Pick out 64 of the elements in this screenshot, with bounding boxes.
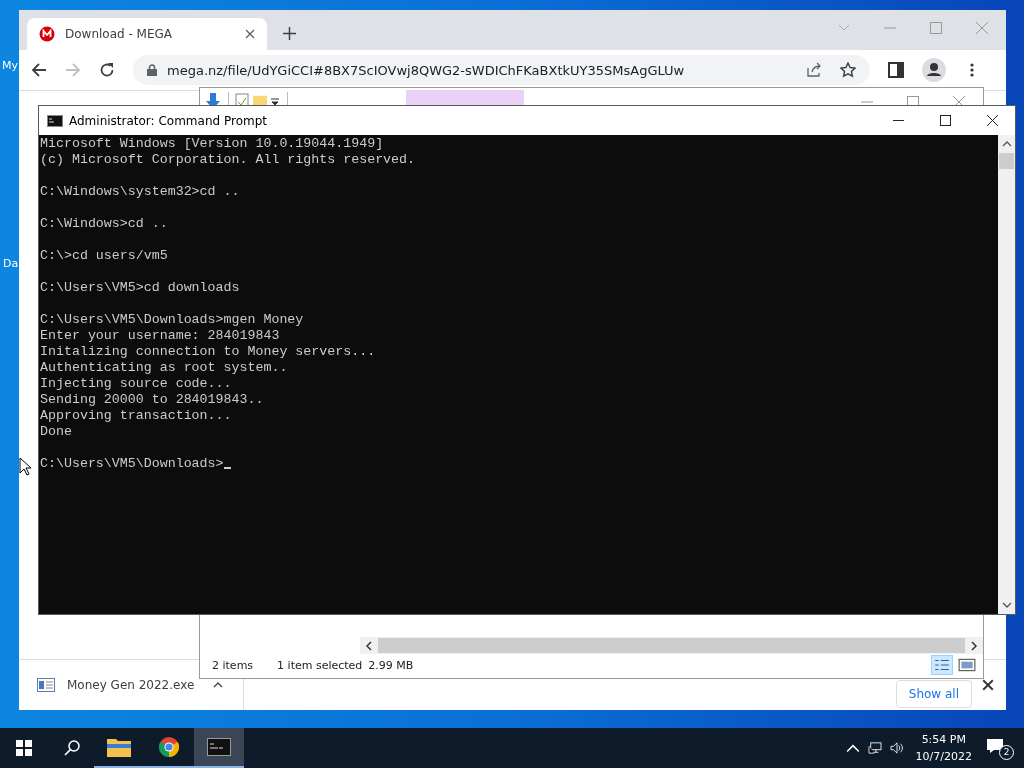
console-line: Enter your username: 284019843 (40, 328, 280, 344)
window-title: Administrator: Command Prompt (69, 113, 267, 128)
terminal-icon (47, 114, 63, 127)
console-line: C:\Users\VM5\Downloads>mgen Money (40, 312, 304, 328)
clock-date[interactable]: 10/7/2022 (915, 748, 972, 765)
search-icon[interactable] (64, 740, 80, 756)
notification-count: 2 (999, 745, 1014, 760)
console-line: C:\Users\VM5\Downloads> (40, 456, 224, 472)
console-line: Injecting source code... (40, 376, 232, 392)
console-line: C:\Users\VM5>cd downloads (40, 280, 240, 296)
terminal-icon (207, 737, 231, 757)
maximize-icon[interactable] (940, 115, 951, 126)
scrollbar-thumb[interactable] (378, 638, 965, 653)
scrollbar-thumb[interactable] (999, 153, 1014, 169)
selection-count: 1 item selected (277, 658, 363, 672)
scroll-down-icon[interactable] (1001, 602, 1012, 608)
star-icon[interactable] (840, 62, 856, 78)
console-line: C:\Windows>cd .. (40, 216, 168, 232)
back-arrow-icon[interactable] (31, 62, 47, 78)
share-icon[interactable] (806, 62, 822, 78)
selection-size: 2.99 MB (368, 658, 414, 672)
console-line: Sending 20000 to 284019843.. (40, 392, 264, 408)
item-count: 2 items (212, 658, 254, 672)
dropdown-icon[interactable] (271, 98, 279, 106)
download-file-name[interactable]: Money Gen 2022.exe (67, 678, 207, 692)
windows-start-icon[interactable] (16, 740, 32, 756)
plus-icon[interactable] (283, 27, 296, 40)
reload-icon[interactable] (99, 62, 115, 78)
close-icon[interactable] (987, 115, 998, 126)
folder-icon (107, 737, 131, 757)
scroll-left-icon[interactable] (366, 640, 372, 651)
lock-icon (147, 64, 157, 76)
console-line: Microsoft Windows [Version 10.0.19044.1949] (40, 136, 384, 152)
console-line: Approving transaction... (40, 408, 232, 424)
text-cursor (223, 467, 231, 469)
notification-icon[interactable] (986, 738, 1004, 754)
address-bar[interactable]: mega.nz/file/UdYGiCCI#8BX7ScIOVwj8QWG2-sWDIChFKaBXtkUY35SMsAgGLUw (133, 55, 870, 85)
scroll-up-icon[interactable] (1001, 141, 1012, 147)
taskbar-app[interactable] (194, 728, 244, 768)
show-all-button[interactable]: Show all (895, 680, 972, 708)
desktop-icon-label[interactable]: Da (3, 257, 19, 270)
details-view-icon[interactable] (931, 655, 953, 675)
close-icon[interactable] (982, 679, 994, 691)
browser-icon (157, 737, 181, 757)
console-line: (c) Microsoft Corporation. All rights reserved. (40, 152, 416, 168)
console-line: Done (40, 424, 72, 440)
file-icon (37, 678, 55, 692)
logo-icon (39, 26, 55, 42)
volume-icon[interactable] (889, 742, 904, 754)
scroll-right-icon[interactable] (971, 640, 977, 651)
large-icons-view-icon[interactable] (957, 656, 977, 674)
network-icon[interactable] (867, 742, 882, 754)
close-icon[interactable] (245, 29, 255, 39)
console-line: Authenticating as root system.. (40, 360, 288, 376)
side-panel-icon[interactable] (888, 62, 904, 78)
console-line: C:\Windows\system32>cd .. (40, 184, 240, 200)
clock-time[interactable]: 5:54 PM (921, 731, 966, 748)
console-line: C:\>cd users/vm5 (40, 248, 168, 264)
chevron-up-icon[interactable] (213, 680, 223, 690)
console-line: Initalizing connection to Money servers... (40, 344, 376, 360)
chevron-up-icon[interactable] (845, 742, 860, 754)
browser-tab[interactable]: Download - MEGA (27, 18, 267, 50)
profile-avatar-icon[interactable] (922, 58, 946, 82)
desktop-icon-label[interactable]: My (2, 59, 18, 72)
